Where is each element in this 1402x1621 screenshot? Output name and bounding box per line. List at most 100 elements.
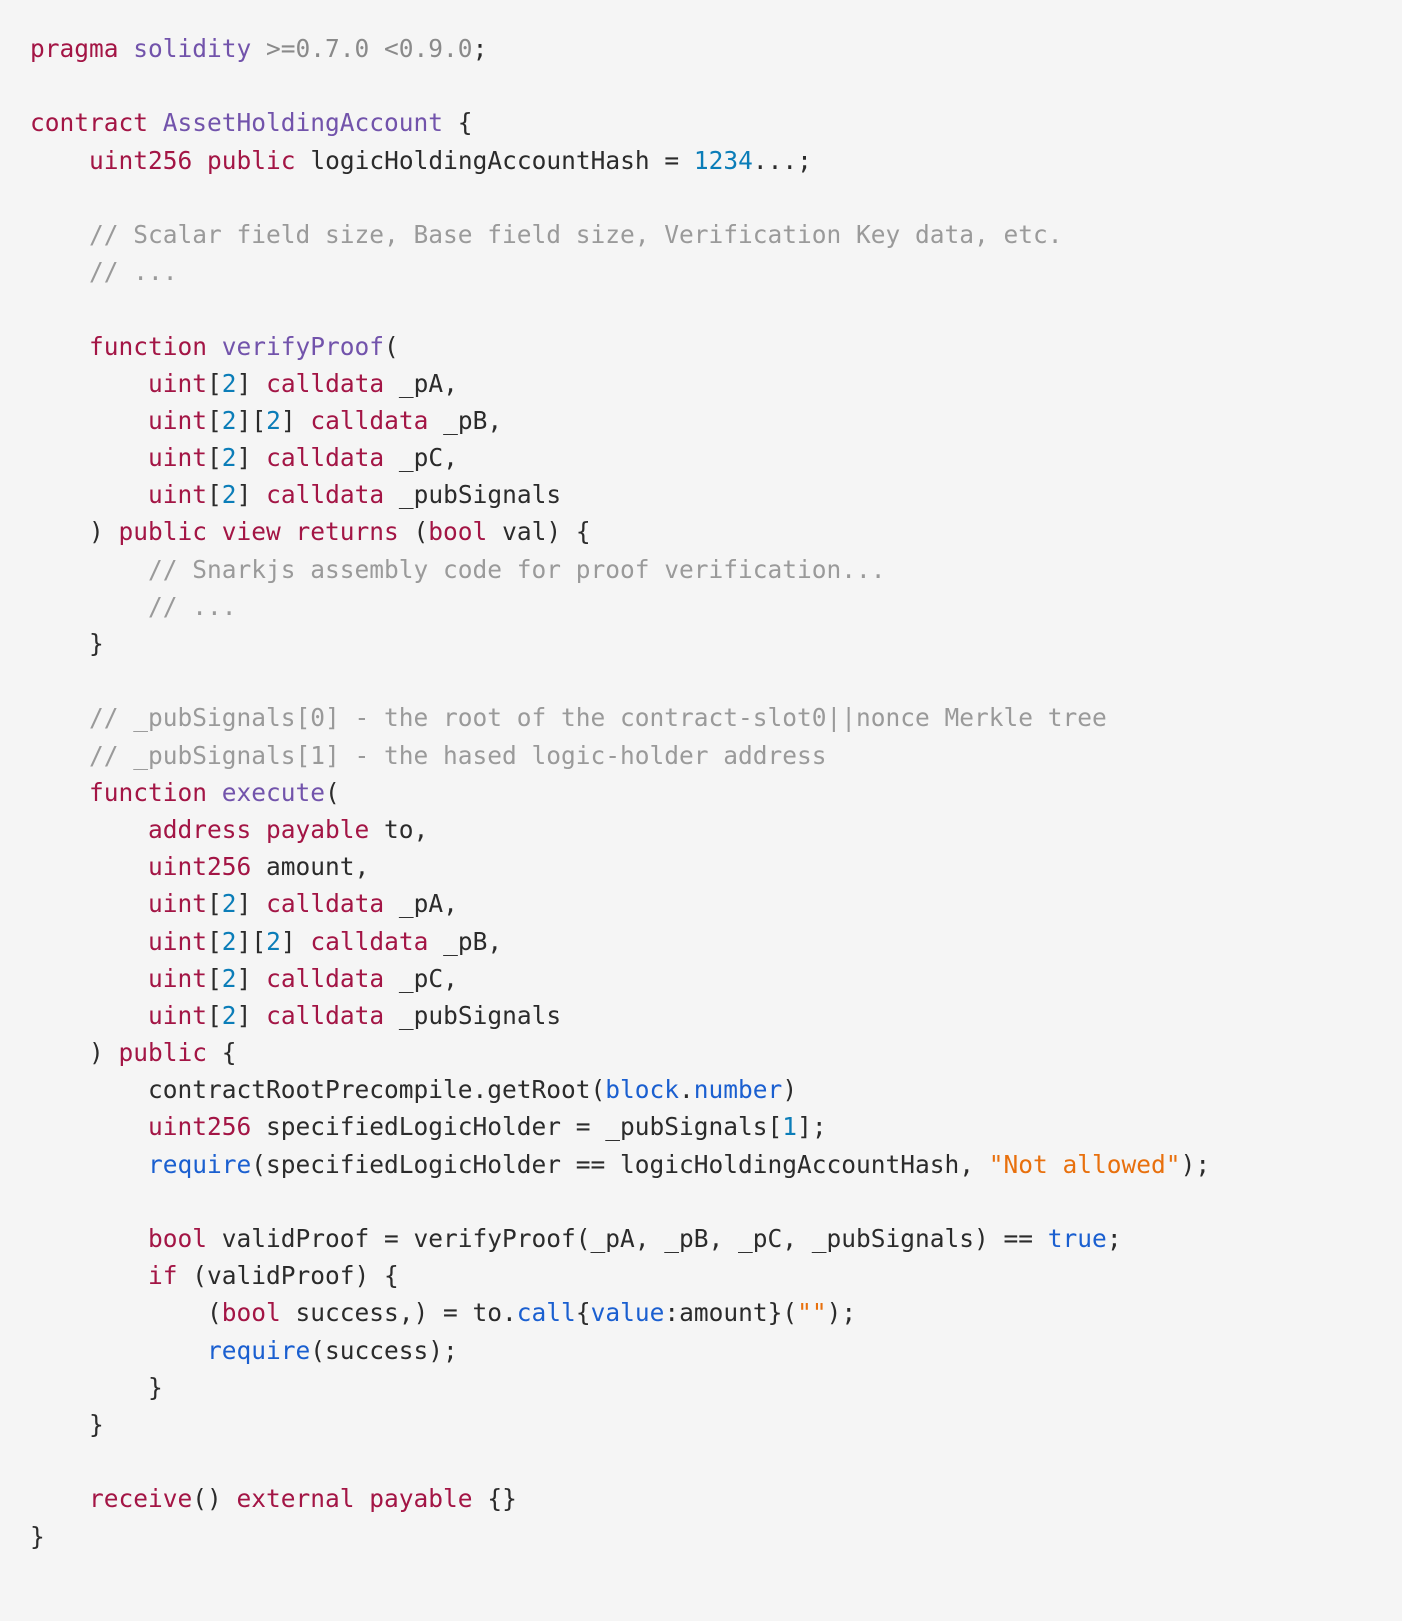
code-token-plain: ] — [236, 889, 267, 919]
code-line: (bool success,) = to.call{value:amount}(… — [30, 1294, 1402, 1331]
code-token-kw: calldata — [266, 368, 385, 398]
code-token-builtin: number — [693, 1075, 783, 1105]
code-token-plain: } — [30, 629, 104, 658]
code-token-kw: uint256 — [148, 852, 252, 882]
code-line: uint[2] calldata _pA, — [30, 885, 1402, 922]
code-line: // _pubSignals[1] - the hased logic-hold… — [30, 737, 1402, 774]
code-line: ) public { — [30, 1034, 1402, 1071]
code-token-builtin: require — [148, 1149, 252, 1179]
code-token-num: 2 — [221, 963, 237, 993]
code-token-plain: () — [192, 1484, 237, 1514]
code-token-kw: uint — [148, 926, 208, 956]
code-token-kw: calldata — [266, 1000, 385, 1030]
code-token-plain: val) { — [487, 517, 591, 547]
code-token-plain: (specifiedLogicHolder == logicHoldingAcc… — [251, 1149, 989, 1179]
code-token-kw: function — [89, 777, 222, 807]
code-line: ) public view returns (bool val) { — [30, 513, 1402, 550]
code-token-plain: ( — [398, 517, 429, 547]
code-token-plain: ] — [236, 443, 267, 473]
code-token-type: AssetHoldingAccount — [162, 108, 444, 138]
code-line: pragma solidity >=0.7.0 <0.9.0; — [30, 30, 1402, 67]
code-token-str: "Not allowed" — [988, 1149, 1181, 1179]
code-token-type: solidity — [133, 34, 252, 63]
code-token-plain: ; — [1106, 1224, 1122, 1253]
code-line: uint[2] calldata _pubSignals — [30, 997, 1402, 1034]
code-line: // Snarkjs assembly code for proof verif… — [30, 551, 1402, 588]
code-token-plain: [ — [207, 480, 222, 510]
code-token-num: 2 — [221, 405, 237, 435]
code-line: require(specifiedLogicHolder == logicHol… — [30, 1146, 1402, 1183]
code-token-plain: success,) = to. — [280, 1298, 517, 1328]
code-token-cmt: // ... — [148, 591, 237, 621]
code-line: uint[2] calldata _pubSignals — [30, 476, 1402, 513]
code-token-kw: uint256 — [89, 145, 193, 175]
code-token-plain: ] — [236, 368, 267, 398]
code-token-dim: >=0.7.0 <0.9.0 — [266, 34, 473, 63]
code-token-plain: ][ — [236, 926, 267, 956]
code-token-kw: external payable — [236, 1484, 473, 1514]
code-token-kw: uint — [148, 443, 208, 473]
code-line: // _pubSignals[0] - the root of the cont… — [30, 699, 1402, 736]
code-token-kw: uint — [148, 368, 208, 398]
code-token-num: 1 — [782, 1112, 798, 1142]
code-token-num: 2 — [266, 405, 281, 435]
code-token-kw: pragma — [30, 34, 134, 63]
code-token-plain: . — [679, 1075, 694, 1105]
code-token-plain: [ — [207, 926, 222, 956]
code-token-plain: (success); — [310, 1335, 458, 1365]
code-line: receive() external payable {} — [30, 1480, 1402, 1517]
code-token-plain: } — [30, 1372, 163, 1402]
code-token-kw: calldata — [310, 926, 429, 956]
code-line: uint[2][2] calldata _pB, — [30, 923, 1402, 960]
code-line: } — [30, 1406, 1402, 1443]
code-token-plain: ( — [384, 331, 399, 361]
code-line: bool validProof = verifyProof(_pA, _pB, … — [30, 1220, 1402, 1257]
code-token-plain: amount, — [251, 852, 370, 882]
code-line: contract AssetHoldingAccount { — [30, 104, 1402, 141]
code-token-builtin: value — [590, 1298, 665, 1328]
code-line: address payable to, — [30, 811, 1402, 848]
code-token-num: 2 — [221, 1000, 237, 1030]
code-token-kw: calldata — [310, 405, 429, 435]
code-token-type: execute — [221, 777, 326, 807]
code-token-num: 2 — [221, 443, 237, 473]
code-token-kw: bool — [221, 1298, 281, 1328]
code-token-num: 2 — [266, 926, 281, 956]
code-token-plain: to, — [369, 814, 429, 844]
code-token-kw: function — [89, 331, 222, 361]
code-token-plain: ) — [782, 1075, 798, 1105]
code-token-plain: ); — [1180, 1149, 1211, 1179]
code-token-builtin: block — [605, 1075, 680, 1105]
code-token-plain: _pubSignals — [384, 480, 562, 510]
code-token-kw: receive — [89, 1484, 193, 1514]
code-token-plain: [ — [207, 1000, 222, 1030]
code-line: uint[2][2] calldata _pB, — [30, 402, 1402, 439]
code-token-plain: _pC, — [384, 963, 458, 993]
code-token-plain: ( — [325, 777, 340, 807]
code-token-cmt: // ... — [89, 257, 178, 287]
code-token-plain: ] — [280, 926, 311, 956]
code-line: function verifyProof( — [30, 328, 1402, 365]
code-token-plain: [ — [207, 963, 222, 993]
code-token-plain: _pC, — [384, 443, 458, 473]
code-token-kw: calldata — [266, 889, 385, 919]
code-token-plain: [ — [207, 368, 222, 398]
code-token-plain: ); — [826, 1298, 857, 1328]
code-line: uint[2] calldata _pC, — [30, 960, 1402, 997]
code-token-kw: calldata — [266, 443, 385, 473]
code-line: uint[2] calldata _pC, — [30, 439, 1402, 476]
